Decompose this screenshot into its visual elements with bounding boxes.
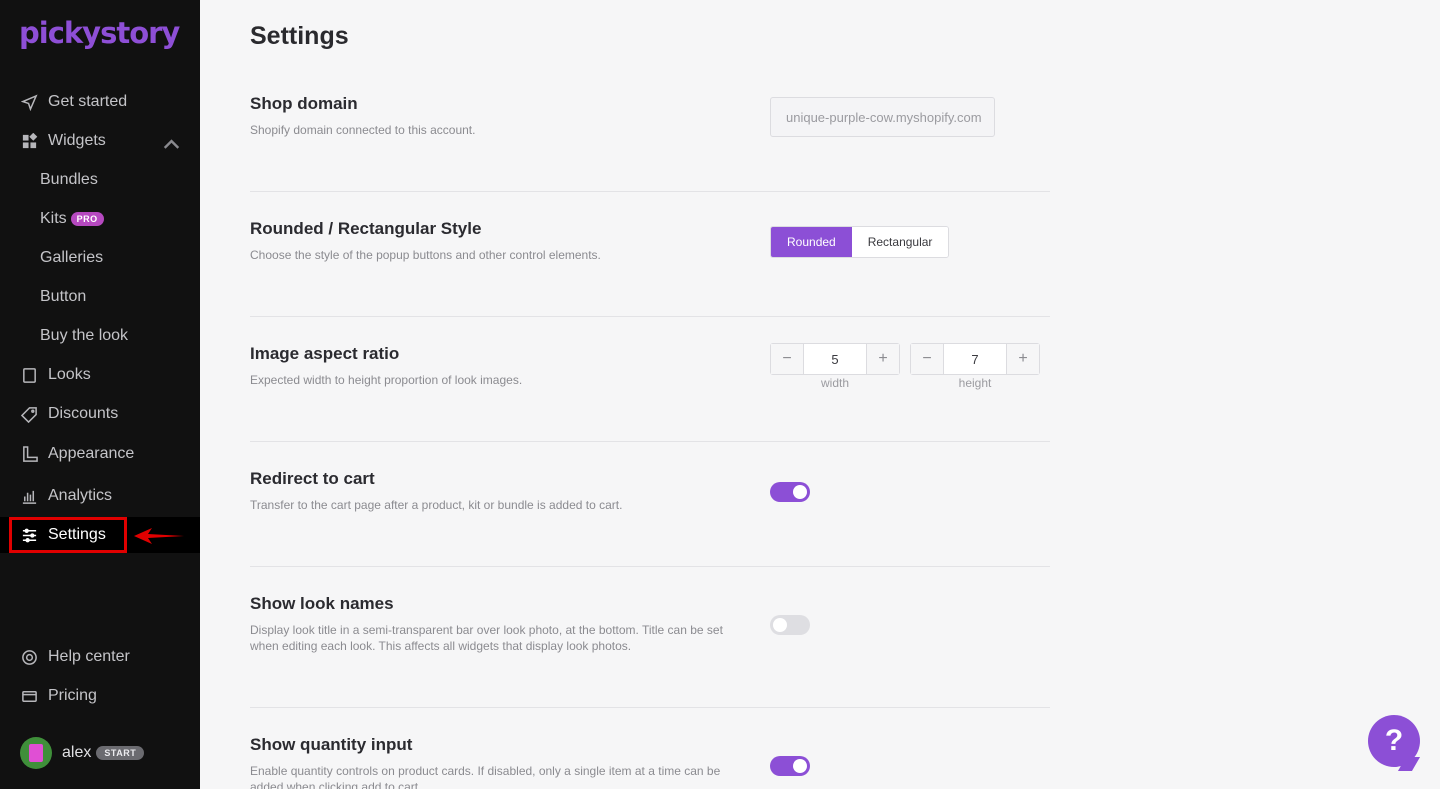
look-names-section: Show look names Display look title in a … — [250, 594, 1050, 654]
redirect-section: Redirect to cart Transfer to the cart pa… — [250, 469, 1050, 513]
nav-help-center-label: Help center — [48, 648, 130, 665]
red-arrow-annotation — [134, 528, 184, 544]
book-icon — [20, 366, 38, 384]
nav-appearance[interactable]: Appearance — [0, 436, 200, 472]
widgets-icon — [20, 132, 38, 150]
page-title: Settings — [250, 22, 349, 50]
divider — [250, 441, 1050, 442]
nav-pricing-label: Pricing — [48, 687, 97, 704]
nav-analytics-label: Analytics — [48, 487, 113, 504]
shop-domain-desc: Shopify domain connected to this account… — [250, 123, 476, 137]
avatar — [20, 737, 52, 769]
nav-kits-label: Kits — [40, 210, 67, 227]
width-increment-button[interactable]: + — [867, 344, 899, 374]
ruler-icon — [20, 445, 38, 463]
user-menu[interactable]: alex START — [20, 737, 145, 769]
lifebuoy-icon — [20, 648, 38, 666]
nav-pricing[interactable]: Pricing — [0, 678, 200, 714]
nav-settings-label: Settings — [48, 526, 106, 543]
nav-buy-the-look[interactable]: Buy the look — [40, 321, 128, 351]
pickystory-logo[interactable]: pickystory — [19, 16, 180, 50]
aspect-desc: Expected width to height proportion of l… — [250, 373, 523, 387]
rectangular-option[interactable]: Rectangular — [851, 227, 949, 257]
nav-bundles[interactable]: Bundles — [40, 165, 98, 195]
height-input[interactable]: 7 — [943, 344, 1007, 374]
sliders-icon — [20, 526, 38, 544]
pro-badge: PRO — [70, 212, 104, 226]
height-increment-button[interactable]: + — [1007, 344, 1039, 374]
divider — [250, 316, 1050, 317]
redirect-toggle[interactable] — [770, 482, 810, 502]
width-input[interactable]: 5 — [803, 344, 867, 374]
quantity-title: Show quantity input — [250, 735, 413, 754]
help-chat-button[interactable]: ? — [1368, 715, 1420, 767]
chevron-up-icon[interactable] — [163, 136, 180, 153]
nav-get-started[interactable]: Get started — [0, 84, 200, 120]
nav-looks[interactable]: Looks — [0, 357, 200, 393]
nav-looks-label: Looks — [48, 366, 91, 383]
paper-plane-icon — [20, 93, 38, 111]
height-stepper: − 7 + — [910, 343, 1040, 375]
style-segmented-control: Rounded Rectangular — [770, 226, 950, 258]
nav-analytics[interactable]: Analytics — [0, 478, 200, 514]
credit-card-icon — [20, 687, 38, 705]
nav-discounts[interactable]: Discounts — [0, 396, 200, 432]
nav-galleries[interactable]: Galleries — [40, 243, 103, 273]
quantity-desc: Enable quantity controls on product card… — [250, 764, 721, 789]
sidebar: pickystory Get started Widgets Bundles K… — [0, 0, 200, 789]
height-decrement-button[interactable]: − — [911, 344, 943, 374]
style-desc: Choose the style of the popup buttons an… — [250, 248, 601, 262]
divider — [250, 566, 1050, 567]
redirect-desc: Transfer to the cart page after a produc… — [250, 498, 623, 512]
quantity-section: Show quantity input Enable quantity cont… — [250, 735, 1050, 789]
height-label: height — [958, 376, 992, 390]
nav-appearance-label: Appearance — [48, 445, 135, 462]
rounded-option[interactable]: Rounded — [771, 227, 852, 257]
nav-kits[interactable]: Kits PRO — [40, 204, 104, 234]
user-name: alex — [62, 744, 92, 761]
plan-badge: START — [96, 746, 145, 760]
tag-icon — [20, 405, 38, 423]
look-names-desc: Display look title in a semi-transparent… — [250, 623, 723, 653]
width-decrement-button[interactable]: − — [771, 344, 803, 374]
width-label: width — [820, 376, 849, 390]
nav-help-center[interactable]: Help center — [0, 639, 200, 675]
look-names-toggle[interactable] — [770, 615, 810, 635]
width-stepper: − 5 + — [770, 343, 900, 375]
divider — [250, 191, 1050, 192]
nav-widgets[interactable]: Widgets — [0, 123, 200, 159]
look-names-title: Show look names — [250, 594, 394, 613]
divider — [250, 707, 1050, 708]
nav-button[interactable]: Button — [40, 282, 86, 312]
nav-get-started-label: Get started — [48, 93, 128, 110]
main-content: Settings Shop domain Shopify domain conn… — [200, 0, 1440, 789]
quantity-toggle[interactable] — [770, 756, 810, 776]
shop-domain-field[interactable]: unique-purple-cow.myshopify.com — [770, 97, 995, 137]
bar-chart-icon — [20, 487, 38, 505]
nav-discounts-label: Discounts — [48, 405, 119, 422]
nav-widgets-label: Widgets — [48, 132, 106, 149]
redirect-title: Redirect to cart — [250, 469, 375, 488]
